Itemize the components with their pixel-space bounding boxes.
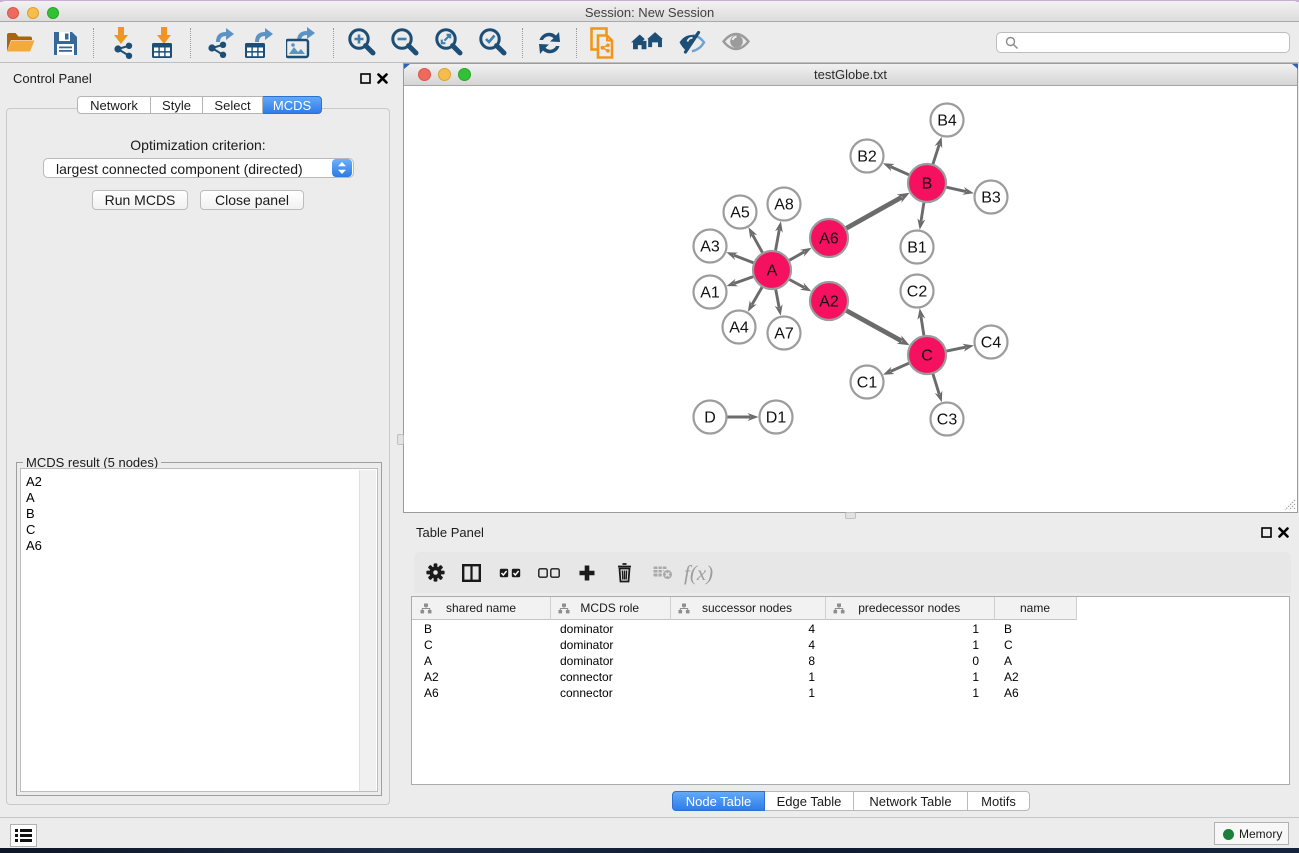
svg-text:B: B [922, 176, 933, 193]
svg-text:B4: B4 [937, 113, 957, 130]
svg-text:A7: A7 [774, 326, 794, 343]
svg-text:A3: A3 [700, 239, 720, 256]
svg-text:A2: A2 [819, 294, 839, 311]
svg-text:C: C [921, 348, 933, 365]
svg-text:A6: A6 [819, 231, 839, 248]
svg-text:A1: A1 [700, 285, 720, 302]
svg-text:A8: A8 [774, 197, 794, 214]
svg-text:C2: C2 [907, 284, 928, 301]
svg-text:C4: C4 [981, 335, 1002, 352]
svg-text:C1: C1 [857, 375, 878, 392]
svg-text:B1: B1 [907, 240, 927, 257]
svg-text:D1: D1 [766, 410, 787, 427]
svg-text:A5: A5 [730, 205, 750, 222]
svg-text:C3: C3 [937, 412, 958, 429]
svg-text:A4: A4 [729, 320, 749, 337]
svg-text:D: D [704, 410, 716, 427]
svg-text:B3: B3 [981, 190, 1001, 207]
svg-text:A: A [767, 263, 778, 280]
svg-text:B2: B2 [857, 149, 877, 166]
